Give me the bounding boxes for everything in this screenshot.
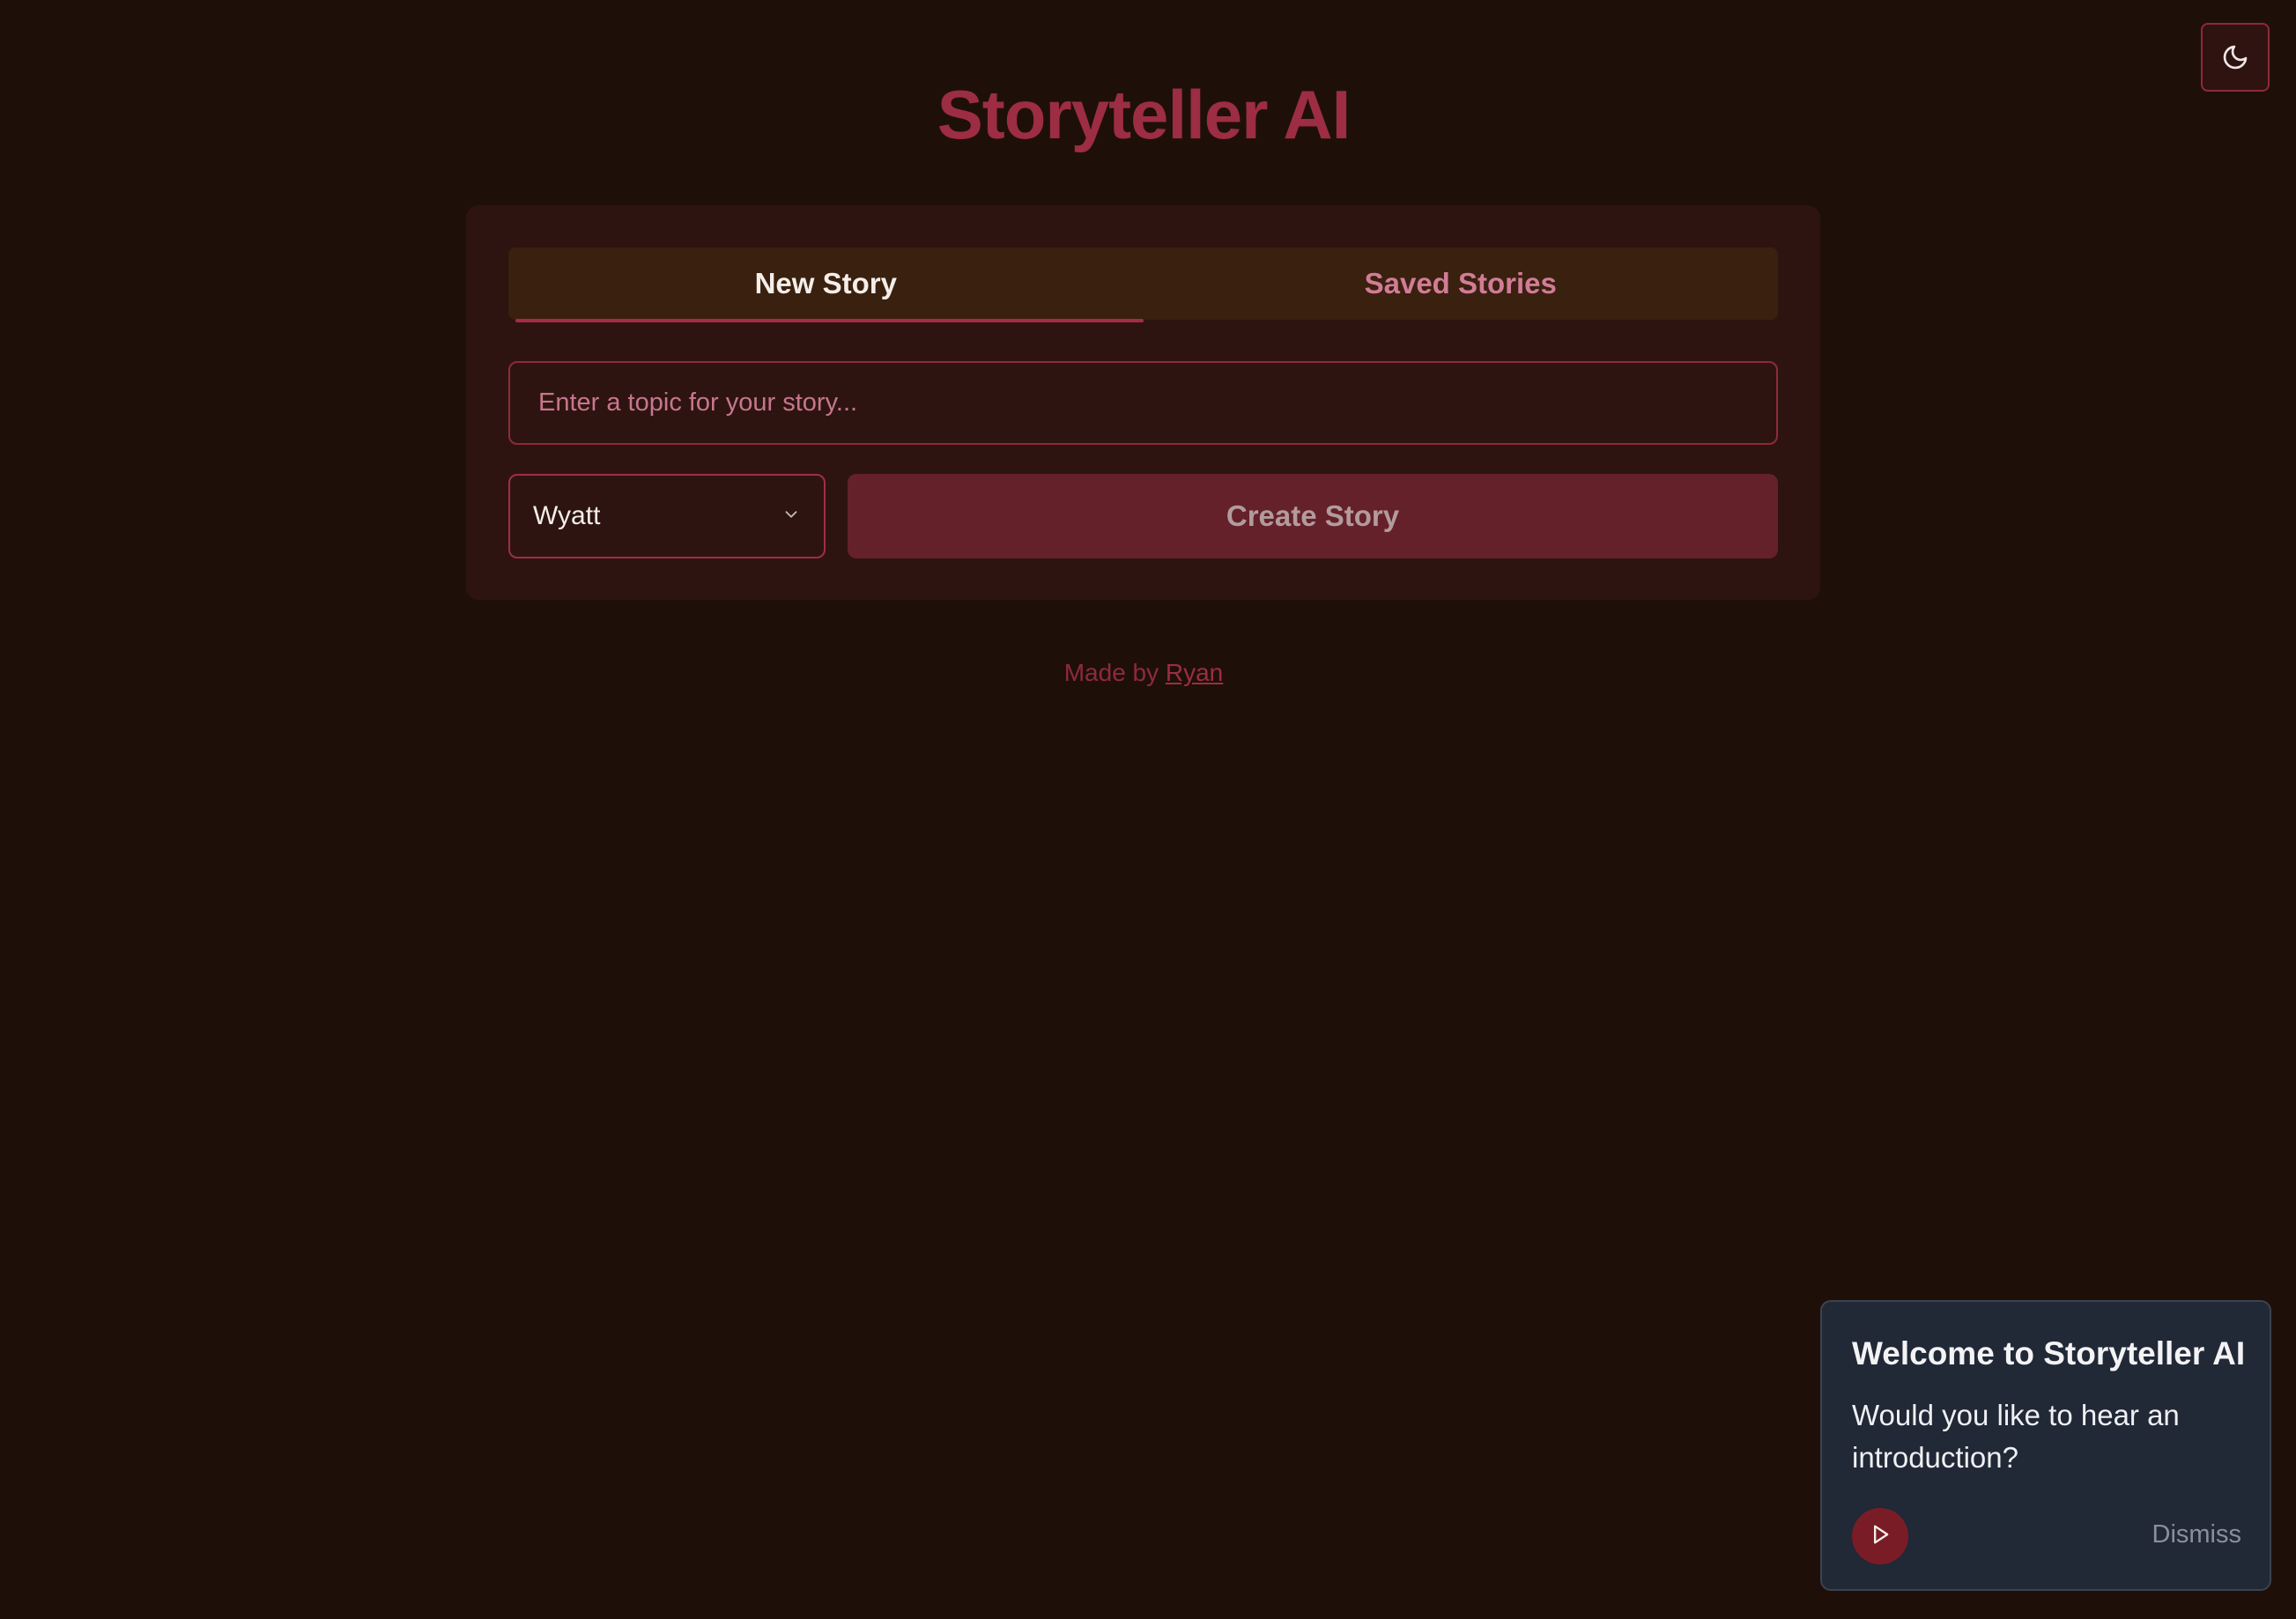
toast-message: Would you like to hear an introduction? (1852, 1399, 2180, 1474)
footer: Made by Ryan (0, 659, 2287, 687)
voice-select[interactable]: Wyatt (508, 474, 826, 558)
tab-bar: New Story Saved Stories (508, 248, 1779, 322)
story-card: New Story Saved Stories Wyatt Create Sto… (466, 205, 1820, 600)
voice-select-value: Wyatt (533, 501, 601, 530)
author-link[interactable]: Ryan (1166, 659, 1223, 686)
app-title: Storyteller AI (937, 76, 1352, 153)
create-story-button[interactable]: Create Story (848, 474, 1778, 558)
dismiss-button[interactable]: Dismiss (2152, 1520, 2242, 1549)
footer-prefix: Made by (1063, 659, 1166, 686)
tab-new-story-label: New Story (754, 267, 897, 299)
toast-title: Welcome to Storyteller AI (1852, 1335, 2246, 1371)
tab-saved-stories-label: Saved Stories (1364, 267, 1557, 299)
chevron-down-icon (781, 505, 801, 529)
welcome-toast: Welcome to Storyteller AI Would you like… (1820, 1300, 2271, 1591)
moon-icon (2221, 43, 2249, 71)
story-topic-input[interactable] (508, 361, 1778, 445)
tab-saved-stories[interactable]: Saved Stories (1144, 248, 1779, 320)
play-introduction-button[interactable] (1852, 1508, 1908, 1564)
play-icon (1868, 1522, 1892, 1551)
active-tab-indicator (515, 319, 1144, 322)
tab-new-story[interactable]: New Story (508, 248, 1144, 322)
